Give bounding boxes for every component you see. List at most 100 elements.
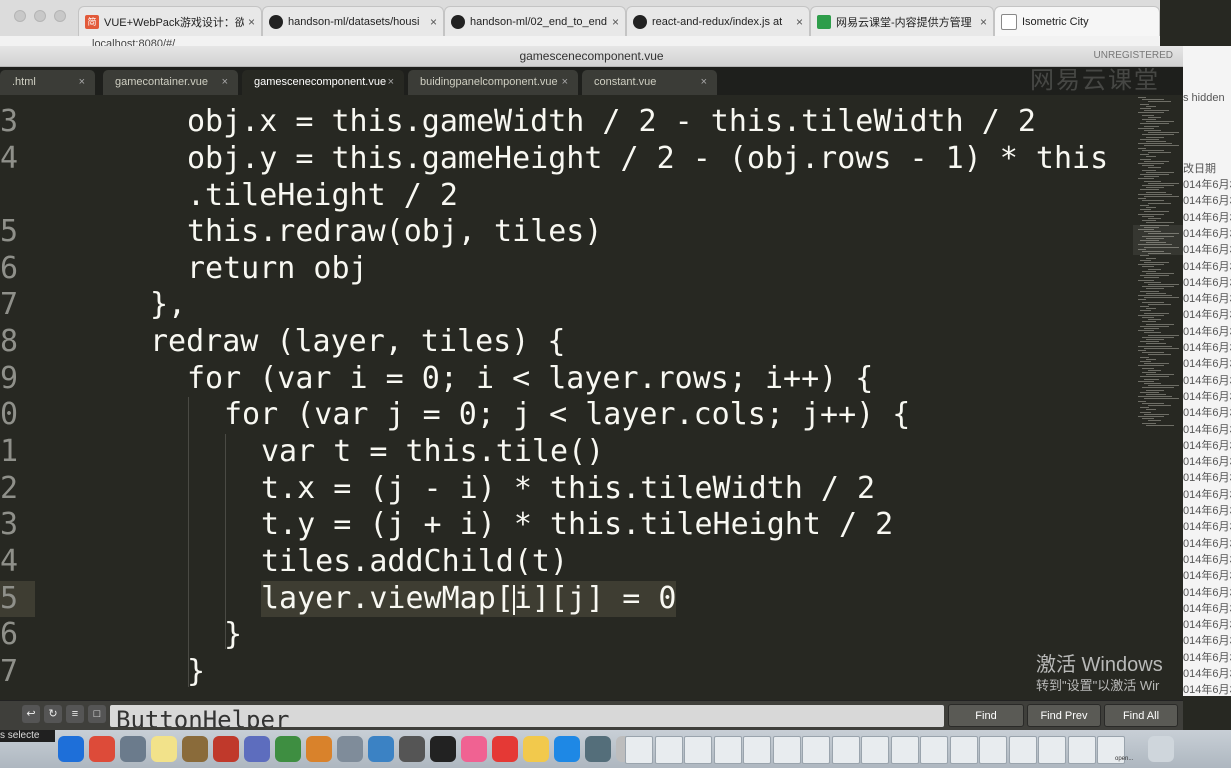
date-row: 014年6月3 (1183, 227, 1231, 240)
dock-document-icon[interactable] (1038, 736, 1066, 764)
dock-document-icon[interactable] (713, 736, 742, 764)
dock-document-icon[interactable] (890, 736, 919, 764)
dock-app-icon[interactable] (585, 736, 611, 762)
editor-tab-gamescenecomponent[interactable]: gamescenecomponent.vue × (242, 70, 404, 95)
dock-app-icon[interactable] (120, 736, 146, 762)
date-row: 014年6月3 (1183, 456, 1231, 469)
address-bar[interactable]: localhost:8080/#/ (0, 36, 1160, 46)
minimap-line (1138, 193, 1172, 195)
minimap-line (1144, 413, 1169, 415)
editor-tab-label: gamescenecomponent.vue (254, 76, 387, 88)
close-tab-icon[interactable]: × (248, 15, 255, 29)
dock-app-icon[interactable] (89, 736, 115, 762)
date-row: 014年6月3 (1183, 602, 1231, 615)
dock-app-icon[interactable] (554, 736, 580, 762)
dock-app-icon[interactable] (461, 736, 487, 762)
editor-tab-constant[interactable]: constant.vue × (582, 70, 717, 95)
wrap-toggle-icon[interactable]: ↻ (44, 705, 62, 723)
close-tab-icon[interactable]: × (701, 70, 707, 95)
editor-tab-html[interactable]: .html × (0, 70, 95, 95)
dock-app-icon[interactable] (430, 736, 456, 762)
dock-app-icon[interactable] (58, 736, 84, 762)
minimap-line (1142, 149, 1164, 151)
minimap-line (1140, 103, 1149, 105)
dock-app-icon[interactable] (368, 736, 394, 762)
netease-icon (817, 14, 831, 29)
dock-document-icon[interactable] (654, 736, 683, 764)
highlight-toggle-icon[interactable]: □ (88, 705, 106, 723)
code-editor[interactable]: 3 4 5 6 7 8 9 0 1 2 3 4 5 6 7 obj.x = th… (0, 95, 1134, 700)
browser-tab-2[interactable]: handson-ml/datasets/housi × (262, 6, 444, 36)
date-row: 014年6月3 (1183, 651, 1231, 664)
find-button[interactable]: Find (948, 704, 1024, 727)
minimap[interactable] (1134, 95, 1183, 700)
dock-app-icon[interactable] (275, 736, 301, 762)
code-after-cursor: i][j] = 0 (513, 581, 677, 616)
close-window-button[interactable] (14, 10, 26, 22)
close-tab-icon[interactable]: × (430, 15, 437, 29)
close-tab-icon[interactable]: × (980, 15, 987, 29)
close-tab-icon[interactable]: × (222, 70, 228, 95)
dock-document-icon[interactable] (625, 736, 653, 764)
editor-tab-buidingpanelcomponent[interactable]: buidingpanelcomponent.vue × (408, 70, 578, 95)
close-tab-icon[interactable]: × (562, 70, 568, 95)
trash-icon[interactable] (1148, 736, 1174, 762)
dock-app-icon[interactable] (244, 736, 270, 762)
dock-app-icon[interactable] (523, 736, 549, 762)
close-tab-icon[interactable]: × (612, 15, 619, 29)
selection-toggle-icon[interactable]: ≡ (66, 705, 84, 723)
browser-tab-3[interactable]: handson-ml/02_end_to_end × (444, 6, 626, 36)
dock-item-label: open... (1115, 756, 1134, 762)
find-all-button[interactable]: Find All (1104, 704, 1178, 727)
minimap-line (1144, 145, 1179, 147)
minimap-line (1146, 389, 1164, 391)
dock-app-icon[interactable] (399, 736, 425, 762)
close-tab-icon[interactable]: × (796, 15, 803, 29)
minimap-line (1146, 273, 1174, 274)
dock-document-icon[interactable] (979, 736, 1007, 764)
dock-document-icon[interactable] (772, 736, 801, 764)
date-row: 014年6月3 (1183, 553, 1231, 566)
minimap-line (1138, 416, 1164, 417)
regex-toggle-icon[interactable]: ↩ (22, 705, 40, 723)
dock-document-icon[interactable] (802, 736, 830, 764)
close-tab-icon[interactable]: × (388, 70, 394, 95)
dock-app-icon[interactable] (182, 736, 208, 762)
browser-tab-5[interactable]: 网易云课堂-内容提供方管理 × (810, 6, 994, 36)
minimap-line (1144, 328, 1159, 329)
browser-tab-4[interactable]: react-and-redux/index.js at × (626, 6, 810, 36)
dock-app-icon[interactable] (306, 736, 332, 762)
minimap-line (1140, 391, 1159, 393)
minimize-window-button[interactable] (34, 10, 46, 22)
line-number: 8 (0, 324, 19, 359)
dock-document-icon[interactable] (1008, 736, 1037, 764)
minimap-viewport[interactable] (1133, 225, 1183, 255)
minimap-line (1138, 314, 1164, 316)
dock-document-icon[interactable] (949, 736, 978, 764)
editor-tab-gamecontainer[interactable]: gamecontainer.vue × (103, 70, 238, 95)
minimap-line (1142, 220, 1156, 222)
minimap-line (1142, 321, 1156, 323)
dock-app-icon[interactable] (492, 736, 518, 762)
dock-app-icon[interactable] (337, 736, 363, 762)
minimap-line (1142, 169, 1156, 171)
close-tab-icon[interactable]: × (79, 70, 85, 95)
browser-tab-6[interactable]: Isometric City (994, 6, 1160, 36)
dock-document-icon[interactable] (920, 736, 948, 764)
dock-document-icon[interactable] (861, 736, 889, 764)
code-line: return obj (187, 251, 368, 286)
dock-document-icon[interactable] (743, 736, 771, 764)
minimap-line (1146, 222, 1174, 224)
find-input[interactable]: ButtonHelper (110, 705, 944, 727)
dock-document-icon[interactable] (684, 736, 712, 764)
minimap-line (1144, 297, 1179, 299)
minimap-line (1146, 374, 1174, 376)
dock-app-icon[interactable] (151, 736, 177, 762)
browser-tab-1[interactable]: 简 VUE+WebPack游戏设计：欲 × (78, 6, 262, 36)
minimap-line (1144, 211, 1169, 213)
zoom-window-button[interactable] (54, 10, 66, 22)
dock-app-icon[interactable] (213, 736, 239, 762)
dock-document-icon[interactable] (831, 736, 860, 764)
find-prev-button[interactable]: Find Prev (1027, 704, 1101, 727)
dock-document-icon[interactable] (1067, 736, 1096, 764)
